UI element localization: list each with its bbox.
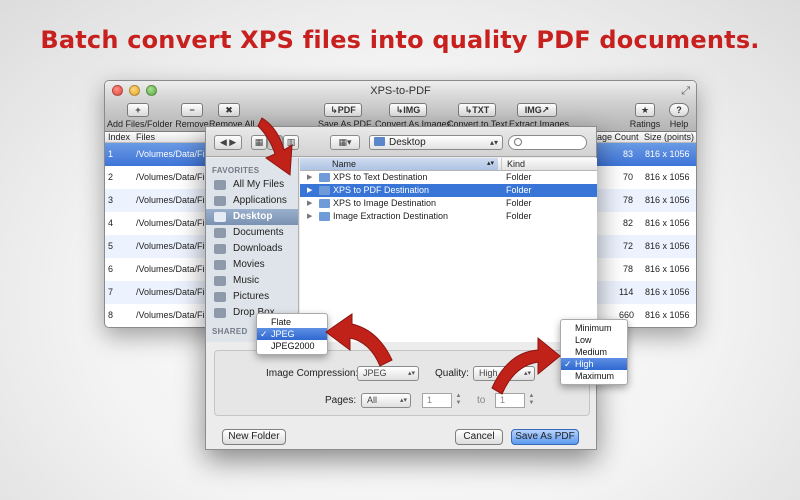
arrow-to-compression-menu xyxy=(325,313,393,367)
arrow-to-quality-menu xyxy=(491,336,561,395)
arrow-to-folder-list xyxy=(257,117,293,176)
annotation-arrows xyxy=(257,117,561,395)
